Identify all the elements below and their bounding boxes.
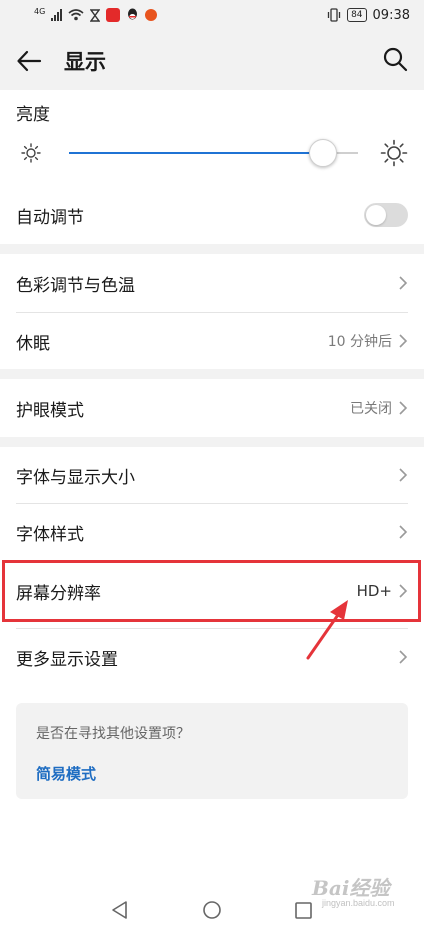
resolution-value: HD+ [356, 582, 392, 600]
chevron-right-icon [399, 401, 408, 415]
brightness-low-icon [21, 143, 41, 163]
auto-adjust-toggle[interactable] [364, 203, 408, 227]
status-icons-right: 84 09:38 [327, 8, 410, 23]
clock: 09:38 [372, 7, 410, 23]
page-title: 显示 [64, 50, 106, 74]
more-display-right [398, 649, 408, 665]
section-gap [0, 244, 424, 254]
eye-comfort-label: 护眼模式 [16, 400, 84, 421]
red-arrow-annotation-icon [306, 600, 348, 660]
font-style-label: 字体样式 [16, 524, 84, 545]
suggestion-question: 是否在寻找其他设置项？ [36, 726, 190, 742]
color-temp-right [398, 275, 408, 291]
vibrate-icon [327, 8, 341, 22]
brightness-label: 亮度 [16, 105, 50, 125]
suggestion-card: 是否在寻找其他设置项？ 简易模式 [16, 703, 408, 799]
battery-icon: 84 [347, 8, 367, 22]
more-display-label: 更多显示设置 [16, 649, 118, 670]
search-icon[interactable] [382, 46, 408, 72]
qq-icon [128, 8, 138, 20]
more-display-row[interactable]: 更多显示设置 [0, 629, 424, 685]
auto-adjust-label: 自动调节 [16, 207, 84, 228]
sleep-value: 10 分钟后 [327, 334, 392, 350]
section-gap [0, 437, 424, 447]
sleep-label: 休眠 [16, 333, 50, 354]
back-arrow-icon[interactable] [16, 48, 42, 74]
chevron-right-icon [399, 276, 408, 290]
brightness-slider[interactable] [69, 139, 358, 167]
nav-recent-apps-icon[interactable] [295, 902, 312, 919]
chevron-right-icon [399, 584, 408, 598]
color-temp-label: 色彩调节与色温 [16, 275, 135, 296]
font-style-row[interactable]: 字体样式 [0, 504, 424, 560]
signal-icon [51, 9, 63, 21]
nav-back-icon[interactable] [110, 900, 130, 920]
resolution-row[interactable]: 屏幕分辨率 HD+ [0, 563, 424, 619]
brightness-high-icon [380, 139, 408, 167]
system-nav-bar [0, 888, 424, 930]
hourglass-icon [90, 8, 101, 22]
sleep-row[interactable]: 休眠 10 分钟后 [0, 313, 424, 369]
status-icons-left: 4G [34, 6, 158, 22]
toggle-knob [366, 205, 386, 225]
weibo-icon [145, 9, 158, 21]
auto-adjust-control [364, 203, 408, 227]
wifi-icon [68, 9, 84, 21]
resolution-label: 屏幕分辨率 [16, 583, 101, 604]
app-notification-icon [106, 8, 121, 22]
font-size-row[interactable]: 字体与显示大小 [0, 447, 424, 503]
font-size-label: 字体与显示大小 [16, 467, 135, 488]
chevron-right-icon [399, 468, 408, 482]
brightness-slider-thumb[interactable] [309, 139, 338, 167]
eye-comfort-value: 已关闭 [350, 401, 392, 417]
section-gap [0, 369, 424, 379]
brightness-slider-fill [69, 152, 324, 154]
color-temp-row[interactable]: 色彩调节与色温 [0, 254, 424, 312]
app-header: 显示 [0, 30, 424, 90]
eye-comfort-row[interactable]: 护眼模式 已关闭 [0, 379, 424, 437]
network-type: 4G [34, 6, 46, 16]
sleep-right: 10 分钟后 [328, 331, 408, 351]
nav-home-icon[interactable] [202, 900, 222, 920]
font-style-right [398, 524, 408, 540]
resolution-right: HD+ [357, 582, 408, 600]
status-bar: 4G 84 09:38 [0, 0, 424, 30]
font-size-right [398, 467, 408, 483]
auto-adjust-row[interactable]: 自动调节 [0, 186, 424, 244]
chevron-right-icon [399, 525, 408, 539]
brightness-slider-row [16, 136, 408, 170]
eye-comfort-right: 已关闭 [350, 398, 408, 418]
chevron-right-icon [399, 334, 408, 348]
chevron-right-icon [399, 650, 408, 664]
simple-mode-link[interactable]: 简易模式 [36, 763, 96, 784]
